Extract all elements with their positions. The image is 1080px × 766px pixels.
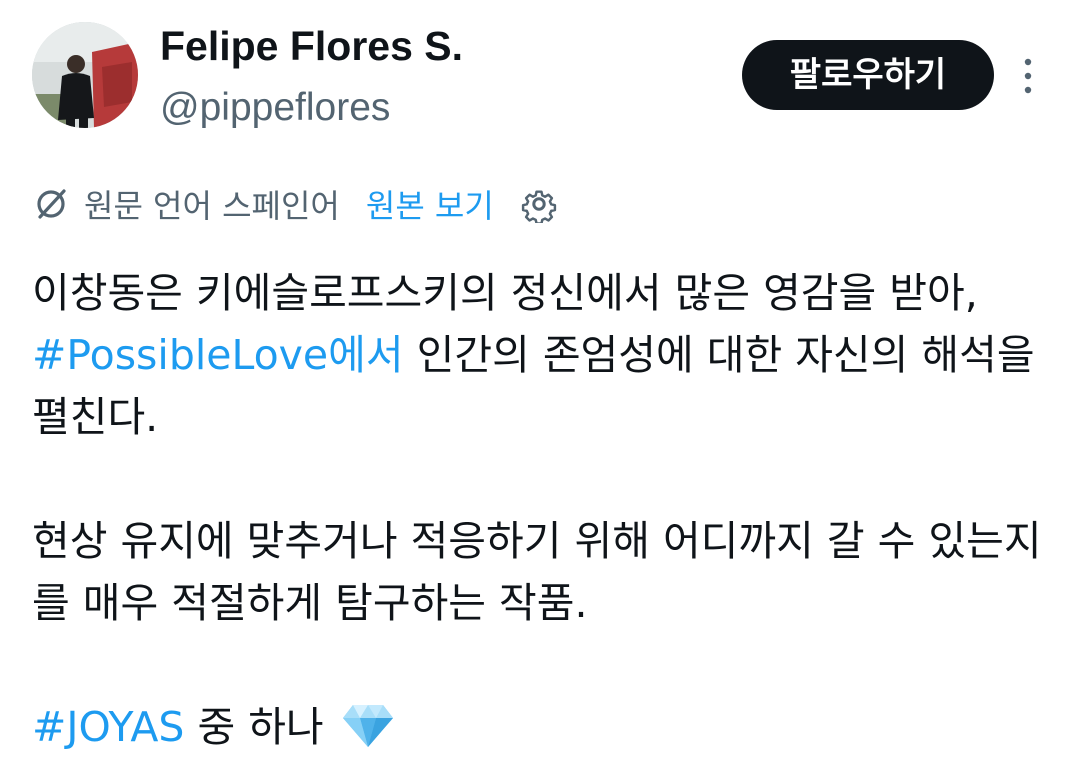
hashtag-joyas[interactable]: #JOYAS: [32, 703, 184, 751]
translation-source-label: 원문 언어 스페인어: [84, 187, 340, 225]
user-handle[interactable]: @pippeflores: [160, 86, 390, 130]
gear-icon[interactable]: [520, 185, 558, 223]
gem-icon: [341, 703, 395, 766]
tweet-paragraph-3: #JOYAS 중 하나: [32, 696, 1042, 766]
translate-icon: [32, 185, 70, 223]
tweet-paragraph-2: 현상 유지에 맞추거나 적응하기 위해 어디까지 갈 수 있는지를 매우 적절하…: [32, 517, 1042, 627]
tweet-paragraph-1: 이창동은 키에슬로프스키의 정신에서 많은 영감을 받아, #PossibleL…: [32, 262, 1042, 448]
tweet-text-segment: 중 하나: [184, 703, 337, 751]
more-options-button[interactable]: [1008, 54, 1048, 98]
follow-button[interactable]: 팔로우하기: [742, 40, 994, 110]
tweet-text: 이창동은 키에슬로프스키의 정신에서 많은 영감을 받아, #PossibleL…: [32, 262, 1042, 766]
tweet-text-segment: 이창동은 키에슬로프스키의 정신에서 많은 영감을 받아,: [32, 269, 978, 317]
more-vertical-icon: [1024, 58, 1032, 94]
hashtag-possiblelove[interactable]: #PossibleLove에서: [32, 331, 404, 379]
translation-bar: 원문 언어 스페인어 원본 보기: [32, 180, 558, 228]
view-original-link[interactable]: 원본 보기: [366, 181, 494, 227]
avatar-photo: [32, 22, 138, 128]
display-name[interactable]: Felipe Flores S.: [160, 24, 463, 68]
avatar[interactable]: [32, 22, 138, 128]
